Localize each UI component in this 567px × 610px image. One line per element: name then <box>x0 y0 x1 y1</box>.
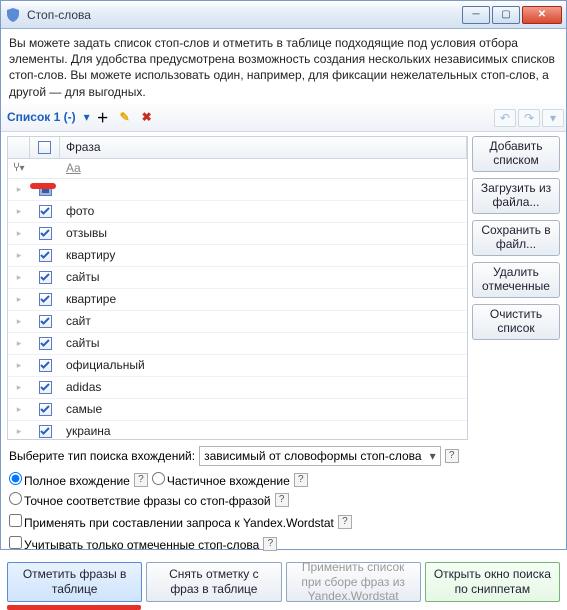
app-icon <box>5 7 21 23</box>
window-titlebar: Стоп-слова ─ ▢ ✕ <box>1 1 566 29</box>
phrase-cell: сайт <box>60 314 467 328</box>
row-checkbox[interactable] <box>39 271 52 284</box>
help-icon[interactable]: ? <box>275 493 289 507</box>
help-icon[interactable]: ? <box>263 537 277 551</box>
phrase-column-header[interactable]: Фраза <box>60 137 467 158</box>
expand-icon[interactable]: ▸ <box>8 404 30 415</box>
phrase-cell: квартире <box>60 292 467 306</box>
phrase-cell: украина <box>60 424 467 438</box>
delete-checked-button[interactable]: Удалить отмеченные <box>472 262 560 298</box>
row-checkbox[interactable] <box>39 315 52 328</box>
delete-list-button[interactable]: ✖ <box>138 108 156 126</box>
expand-icon[interactable]: ▸ <box>8 360 30 371</box>
expand-icon[interactable]: ▸ <box>8 294 30 305</box>
close-button[interactable]: ✕ <box>522 6 562 24</box>
phrase-cell: фото <box>60 204 467 218</box>
redo-button[interactable]: ↷ <box>518 109 540 127</box>
check-column-header[interactable] <box>30 137 60 158</box>
full-match-radio[interactable]: Полное вхождение <box>9 472 130 488</box>
add-list-button[interactable]: Добавить списком <box>472 136 560 172</box>
table-row[interactable]: ▸ <box>8 179 467 201</box>
help-icon[interactable]: ? <box>294 473 308 487</box>
phrase-cell: сайты <box>60 336 467 350</box>
table-row[interactable]: ▸ сайт <box>8 311 467 333</box>
phrase-cell: квартиру <box>60 248 467 262</box>
phrase-cell: adidas <box>60 380 467 394</box>
table-row[interactable]: ▸ сайты <box>8 333 467 355</box>
filter-input[interactable]: Aa <box>60 161 467 175</box>
window-title: Стоп-слова <box>27 8 462 22</box>
stopwords-grid: Фраза Ⴤ▾ Aa ▸ ▸ фото ▸ отзывы ▸ квартиру ▸ сайты… <box>7 136 468 440</box>
expand-icon[interactable]: ▸ <box>8 206 30 217</box>
phrase-cell: официальный <box>60 358 467 372</box>
help-icon[interactable]: ? <box>134 473 148 487</box>
expand-icon[interactable]: ▸ <box>8 426 30 437</box>
expand-icon[interactable]: ▸ <box>8 316 30 327</box>
table-row[interactable]: ▸ квартире <box>8 289 467 311</box>
unmark-phrases-button[interactable]: Снять отметку с фраз в таблице <box>146 562 281 602</box>
expand-icon[interactable]: ▸ <box>8 250 30 261</box>
exact-match-radio[interactable]: Точное соответствие фразы со стоп-фразой <box>9 492 271 508</box>
table-row[interactable]: ▸ отзывы <box>8 223 467 245</box>
expand-icon[interactable]: ▸ <box>8 382 30 393</box>
edit-list-button[interactable]: ✎ <box>116 108 134 126</box>
expand-icon[interactable]: ▸ <box>8 228 30 239</box>
wordstat-checkbox[interactable]: Применять при составлении запроса к Yand… <box>9 514 334 530</box>
row-checkbox[interactable] <box>39 337 52 350</box>
open-snippets-button[interactable]: Открыть окно поиска по сниппетам <box>425 562 560 602</box>
table-row[interactable]: ▸ украина <box>8 421 467 439</box>
row-checkbox[interactable] <box>39 359 52 372</box>
table-row[interactable]: ▸ adidas <box>8 377 467 399</box>
table-row[interactable]: ▸ официальный <box>8 355 467 377</box>
mark-phrases-button[interactable]: Отметить фразы в таблице <box>7 562 142 602</box>
annotation-mark <box>30 183 56 189</box>
expand-icon[interactable]: ▸ <box>8 272 30 283</box>
list-selector-label[interactable]: Список 1 (-) <box>7 110 76 124</box>
expand-icon[interactable]: ▸ <box>8 338 30 349</box>
search-type-select[interactable]: зависимый от словоформы стоп-слова <box>199 446 441 466</box>
add-list-button[interactable]: ＋ <box>94 108 112 126</box>
only-checked-checkbox[interactable]: Учитывать только отмеченные стоп-слова <box>9 536 259 552</box>
maximize-button[interactable]: ▢ <box>492 6 520 24</box>
search-type-label: Выберите тип поиска вхождений: <box>9 449 195 463</box>
grid-rows: ▸ ▸ фото ▸ отзывы ▸ квартиру ▸ сайты ▸ квартире ▸ са… <box>8 179 467 439</box>
clear-list-button[interactable]: Очистить список <box>472 304 560 340</box>
chevron-down-icon[interactable]: ▾ <box>84 110 90 124</box>
chevron-down-icon[interactable]: ▾ <box>542 109 564 127</box>
expand-icon[interactable]: ▸ <box>8 184 30 195</box>
phrase-cell: сайты <box>60 270 467 284</box>
undo-button[interactable]: ↶ <box>494 109 516 127</box>
minimize-button[interactable]: ─ <box>462 6 490 24</box>
checkbox-icon[interactable] <box>38 141 51 154</box>
row-checkbox[interactable] <box>39 205 52 218</box>
table-row[interactable]: ▸ фото <box>8 201 467 223</box>
row-checkbox[interactable] <box>39 381 52 394</box>
description-text: Вы можете задать список стоп-слов и отме… <box>1 29 566 104</box>
load-file-button[interactable]: Загрузить из файла... <box>472 178 560 214</box>
table-row[interactable]: ▸ сайты <box>8 267 467 289</box>
help-icon[interactable]: ? <box>338 515 352 529</box>
table-row[interactable]: ▸ самые <box>8 399 467 421</box>
expand-column-header <box>8 137 30 158</box>
row-checkbox[interactable] <box>39 227 52 240</box>
apply-wordstat-button[interactable]: Применить список при сборе фраз из Yande… <box>286 562 421 602</box>
filter-icon[interactable]: Ⴤ▾ <box>8 163 30 174</box>
partial-match-radio[interactable]: Частичное вхождение <box>152 472 290 488</box>
save-file-button[interactable]: Сохранить в файл... <box>472 220 560 256</box>
row-checkbox[interactable] <box>39 293 52 306</box>
table-row[interactable]: ▸ квартиру <box>8 245 467 267</box>
annotation-mark <box>7 605 141 610</box>
phrase-cell: самые <box>60 402 467 416</box>
phrase-cell: отзывы <box>60 226 467 240</box>
help-icon[interactable]: ? <box>445 449 459 463</box>
row-checkbox[interactable] <box>39 249 52 262</box>
row-checkbox[interactable] <box>39 403 52 416</box>
row-checkbox[interactable] <box>39 425 52 438</box>
